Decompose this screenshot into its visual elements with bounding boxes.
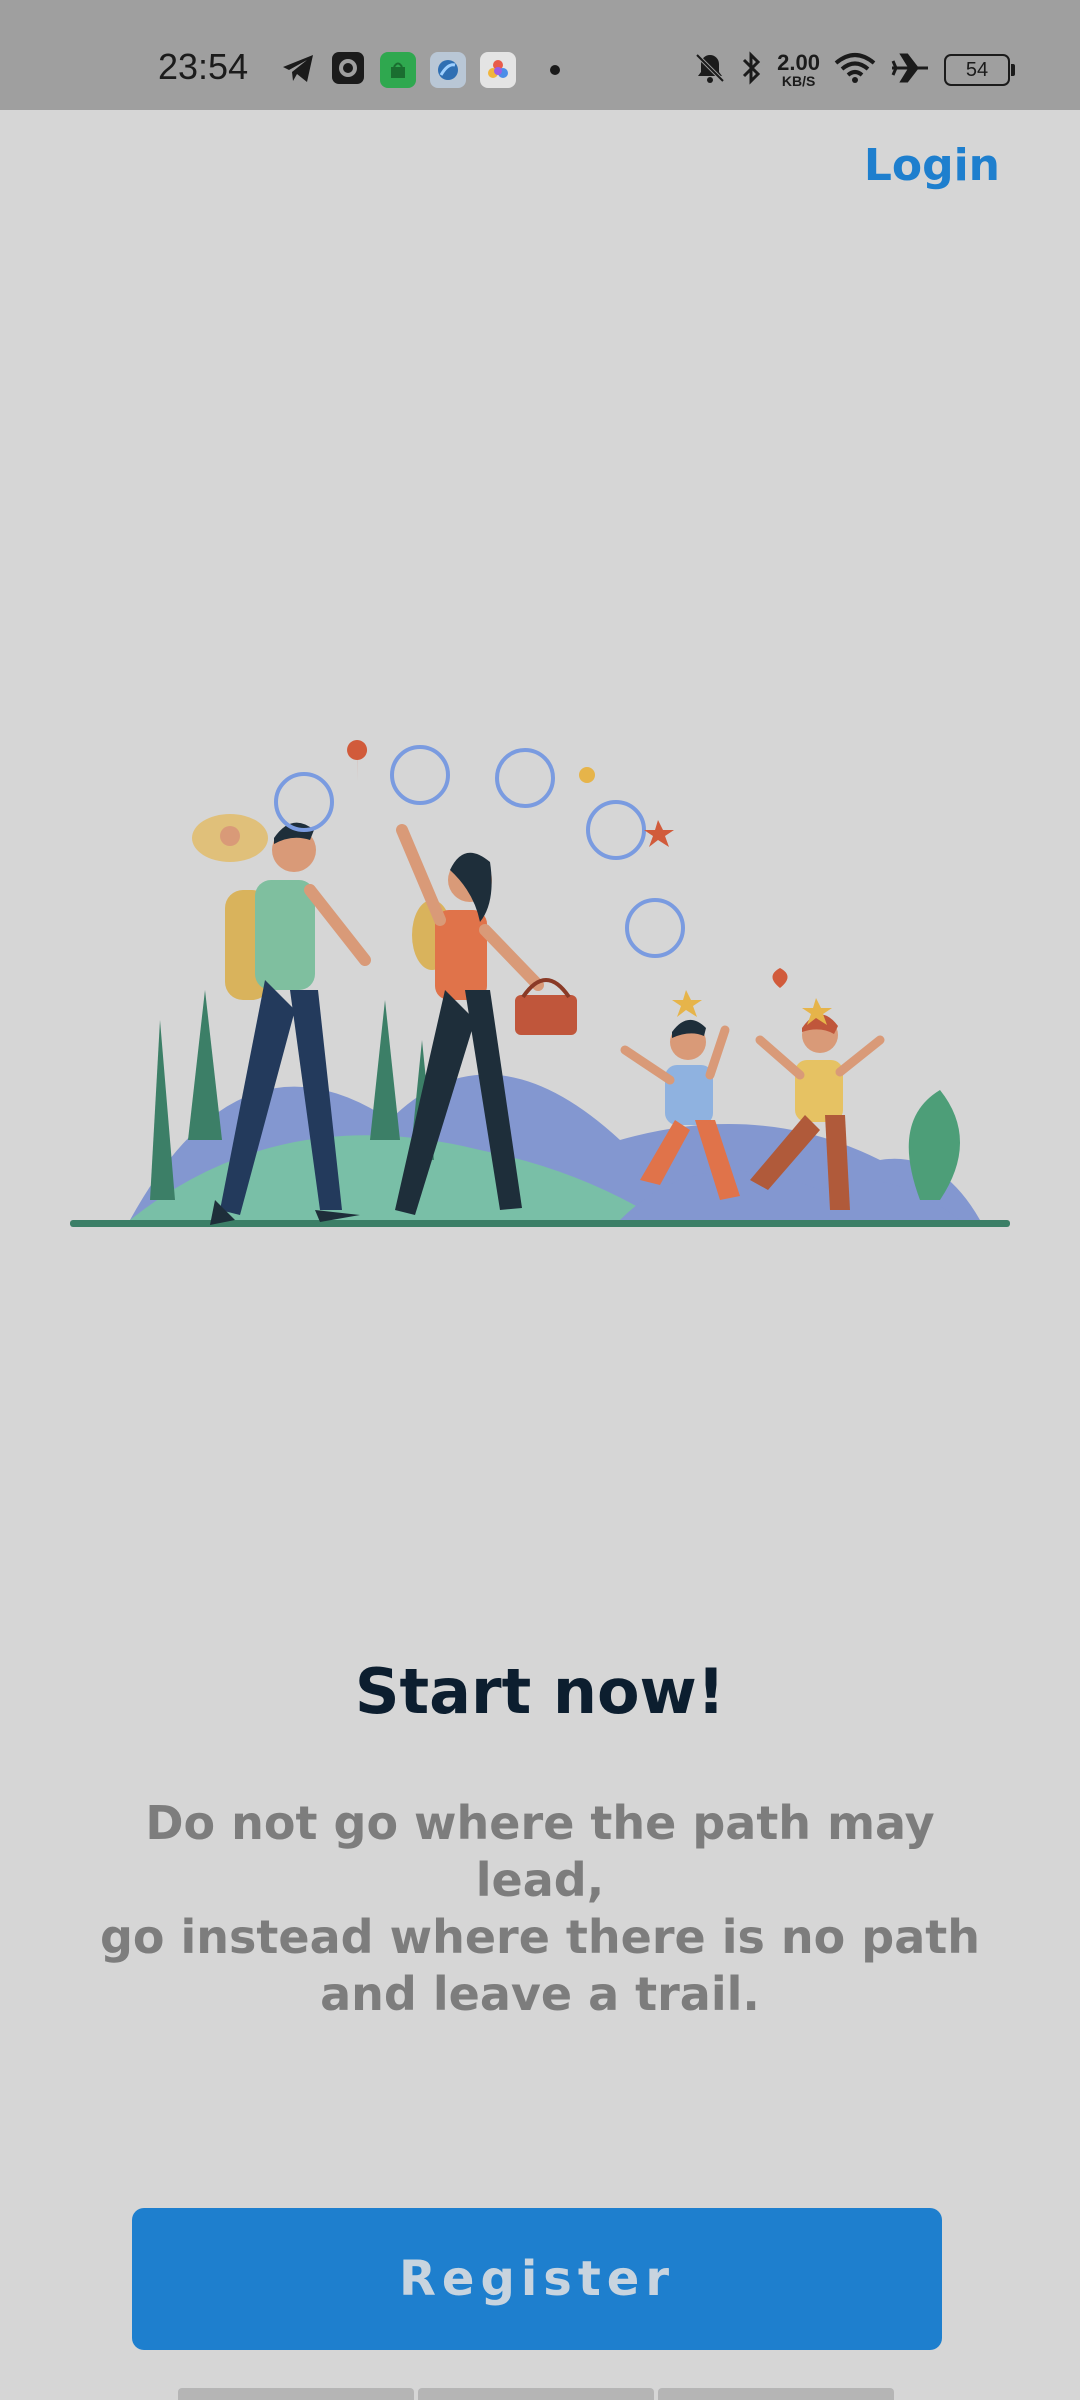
notification-dot xyxy=(550,65,560,75)
quote-line: Do not go where the path may lead, xyxy=(145,1796,935,1907)
onboarding-quote: Do not go where the path may lead, go in… xyxy=(90,1795,990,2023)
page-indicator xyxy=(178,2388,894,2400)
status-icons-right: 2.00 KB/S 54 xyxy=(693,50,1015,90)
browser-app-icon xyxy=(430,52,466,88)
page-indicator-segment xyxy=(418,2388,654,2400)
network-speed-unit: KB/S xyxy=(781,73,816,89)
network-speed-value: 2.00 xyxy=(777,50,820,75)
page-indicator-segment xyxy=(658,2388,894,2400)
status-icons-left xyxy=(280,50,560,90)
battery-icon: 54 xyxy=(944,54,1015,86)
login-link[interactable]: Login xyxy=(864,140,1000,191)
wifi-icon xyxy=(834,51,876,89)
camera-app-icon xyxy=(330,50,366,90)
status-time: 23:54 xyxy=(158,46,249,87)
family-hiking-illustration xyxy=(60,720,1020,1240)
bluetooth-icon xyxy=(741,51,763,89)
status-bar: 23:54 2.00 KB/S 54 xyxy=(0,0,1080,110)
gallery-app-icon xyxy=(480,52,516,88)
quote-line: and leave a trail. xyxy=(320,1967,760,2021)
telegram-icon xyxy=(280,50,316,90)
airplane-mode-icon xyxy=(890,51,930,89)
page-indicator-segment xyxy=(178,2388,414,2400)
register-button[interactable]: Register xyxy=(132,2208,942,2350)
mute-icon xyxy=(693,51,727,89)
network-speed: 2.00 KB/S xyxy=(777,50,820,89)
store-app-icon xyxy=(380,52,416,88)
onboarding-headline: Start now! xyxy=(354,1655,726,1728)
quote-line: go instead where there is no path xyxy=(99,1910,981,1964)
